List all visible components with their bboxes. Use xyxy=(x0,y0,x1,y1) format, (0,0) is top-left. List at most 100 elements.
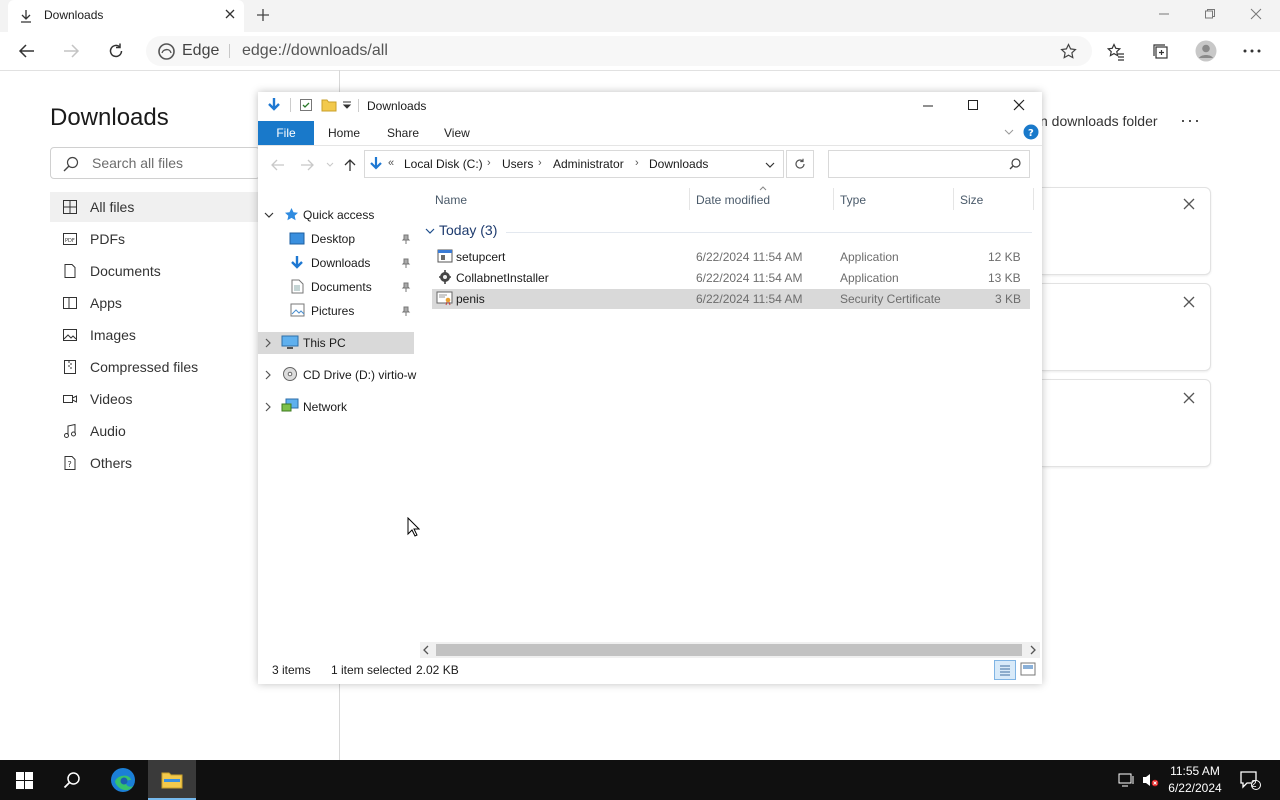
path-dropdown-icon[interactable] xyxy=(765,161,775,169)
tree-desktop[interactable]: Desktop xyxy=(311,232,355,246)
explorer-close-icon[interactable] xyxy=(1013,99,1025,111)
column-divider xyxy=(833,188,834,210)
cd-drive-icon xyxy=(282,366,298,382)
breadcrumb-downloads[interactable]: Downloads xyxy=(649,157,708,171)
edge-taskbar-icon[interactable] xyxy=(110,767,136,793)
taskbar-search-icon[interactable] xyxy=(63,771,81,789)
network-tray-icon[interactable] xyxy=(1118,772,1136,788)
tree-quick-access[interactable]: Quick access xyxy=(303,208,374,222)
expand-this-pc-icon[interactable] xyxy=(264,338,272,348)
nav-item-others[interactable]: ? Others xyxy=(50,448,260,478)
scrollbar-thumb[interactable] xyxy=(436,644,1022,656)
nav-forward-icon[interactable] xyxy=(300,159,314,171)
breadcrumb-local-disk[interactable]: Local Disk (C:) xyxy=(404,157,483,171)
tree-downloads[interactable]: Downloads xyxy=(311,256,370,270)
refresh-icon[interactable] xyxy=(107,42,125,60)
notification-center-icon[interactable] xyxy=(1239,770,1261,790)
file-explorer-window[interactable]: Downloads File Home Share View ? « Local… xyxy=(258,92,1042,684)
nav-item-videos[interactable]: Videos xyxy=(50,384,260,414)
forward-icon[interactable] xyxy=(62,42,80,60)
minimize-icon[interactable] xyxy=(1158,8,1170,20)
tree-documents[interactable]: Documents xyxy=(311,280,372,294)
favorites-icon[interactable] xyxy=(1107,43,1125,61)
refresh-path-icon[interactable] xyxy=(794,158,806,170)
new-folder-icon[interactable] xyxy=(321,98,337,112)
profile-avatar-icon[interactable] xyxy=(1195,40,1217,62)
ribbon-tab-home[interactable]: Home xyxy=(328,126,360,140)
column-size[interactable]: Size xyxy=(960,193,983,207)
scroll-left-icon[interactable] xyxy=(422,645,430,655)
customize-toolbar-icon[interactable] xyxy=(342,100,352,110)
expand-network-icon[interactable] xyxy=(264,402,272,412)
file-explorer-taskbar-icon[interactable] xyxy=(161,770,183,790)
scroll-right-icon[interactable] xyxy=(1029,645,1037,655)
file-type: Application xyxy=(840,250,899,264)
collapse-group-icon[interactable] xyxy=(425,227,435,235)
network-icon xyxy=(281,398,299,414)
browser-tab[interactable]: Downloads xyxy=(8,0,244,32)
large-icons-view-button[interactable] xyxy=(1020,662,1036,676)
image-icon xyxy=(62,327,78,343)
nav-item-pdfs[interactable]: PDF PDFs xyxy=(50,224,260,254)
ribbon-tab-share[interactable]: Share xyxy=(387,126,419,140)
remove-download-icon[interactable] xyxy=(1183,392,1195,404)
favorite-star-icon[interactable] xyxy=(1060,43,1077,60)
windows-start-icon[interactable] xyxy=(16,772,33,789)
help-icon[interactable]: ? xyxy=(1023,124,1039,140)
tree-pictures[interactable]: Pictures xyxy=(311,304,354,318)
explorer-maximize-icon[interactable] xyxy=(967,99,979,111)
remove-download-icon[interactable] xyxy=(1183,198,1195,210)
more-options-button[interactable]: ··· xyxy=(1180,110,1201,131)
properties-check-icon[interactable] xyxy=(299,98,313,112)
explorer-search-input[interactable] xyxy=(828,150,1030,178)
restore-icon[interactable] xyxy=(1204,8,1216,20)
clock-time[interactable]: 11:55 AM xyxy=(1162,764,1228,778)
breadcrumb-administrator[interactable]: Administrator xyxy=(553,157,624,171)
tree-network[interactable]: Network xyxy=(303,400,347,414)
up-folder-icon[interactable] xyxy=(344,158,356,172)
tab-title: Downloads xyxy=(44,8,104,22)
search-icon xyxy=(63,156,79,172)
nav-label: PDFs xyxy=(90,231,125,247)
nav-back-icon[interactable] xyxy=(271,159,285,171)
expand-cd-drive-icon[interactable] xyxy=(264,370,272,380)
file-name: CollabnetInstaller xyxy=(456,271,549,285)
tree-this-pc[interactable]: This PC xyxy=(303,336,346,350)
tree-cd-drive[interactable]: CD Drive (D:) virtio-w xyxy=(303,368,416,382)
recent-locations-icon[interactable] xyxy=(326,162,334,168)
pin-icon xyxy=(401,306,411,316)
expand-ribbon-icon[interactable] xyxy=(1004,128,1014,136)
ribbon-tab-file[interactable]: File xyxy=(258,121,314,145)
open-downloads-folder-link[interactable]: n downloads folder xyxy=(1040,113,1158,129)
new-tab-icon[interactable] xyxy=(256,8,270,22)
group-header-today[interactable]: Today (3) xyxy=(439,222,497,238)
collections-icon[interactable] xyxy=(1152,43,1170,61)
volume-muted-icon[interactable] xyxy=(1141,772,1159,788)
nav-item-images[interactable]: Images xyxy=(50,320,260,350)
column-name[interactable]: Name xyxy=(435,193,467,207)
collapse-quick-access-icon[interactable] xyxy=(264,211,274,219)
nav-item-compressed[interactable]: Compressed files xyxy=(50,352,260,382)
nav-item-documents[interactable]: Documents xyxy=(50,256,260,286)
column-date-modified[interactable]: Date modified xyxy=(696,193,770,207)
settings-more-icon[interactable] xyxy=(1243,45,1261,57)
explorer-search-icon xyxy=(1009,158,1021,170)
ribbon-tab-view[interactable]: View xyxy=(444,126,470,140)
downloads-folder-icon xyxy=(290,255,304,271)
breadcrumb-users[interactable]: Users xyxy=(502,157,533,171)
nav-label: Others xyxy=(90,455,133,471)
nav-item-apps[interactable]: Apps xyxy=(50,288,260,318)
back-icon[interactable] xyxy=(18,42,36,60)
clock-date[interactable]: 6/22/2024 xyxy=(1162,781,1228,795)
quick-access-download-icon[interactable] xyxy=(266,97,282,113)
nav-item-all-files[interactable]: All files xyxy=(50,192,260,222)
breadcrumb-overflow[interactable]: « xyxy=(388,157,394,169)
explorer-minimize-icon[interactable] xyxy=(922,100,934,112)
column-type[interactable]: Type xyxy=(840,193,866,207)
remove-download-icon[interactable] xyxy=(1183,296,1195,308)
close-tab-icon[interactable] xyxy=(224,8,236,20)
address-url[interactable]: edge://downloads/all xyxy=(242,42,388,60)
close-window-icon[interactable] xyxy=(1250,8,1262,20)
details-view-button[interactable] xyxy=(994,660,1016,680)
nav-item-audio[interactable]: Audio xyxy=(50,416,260,446)
